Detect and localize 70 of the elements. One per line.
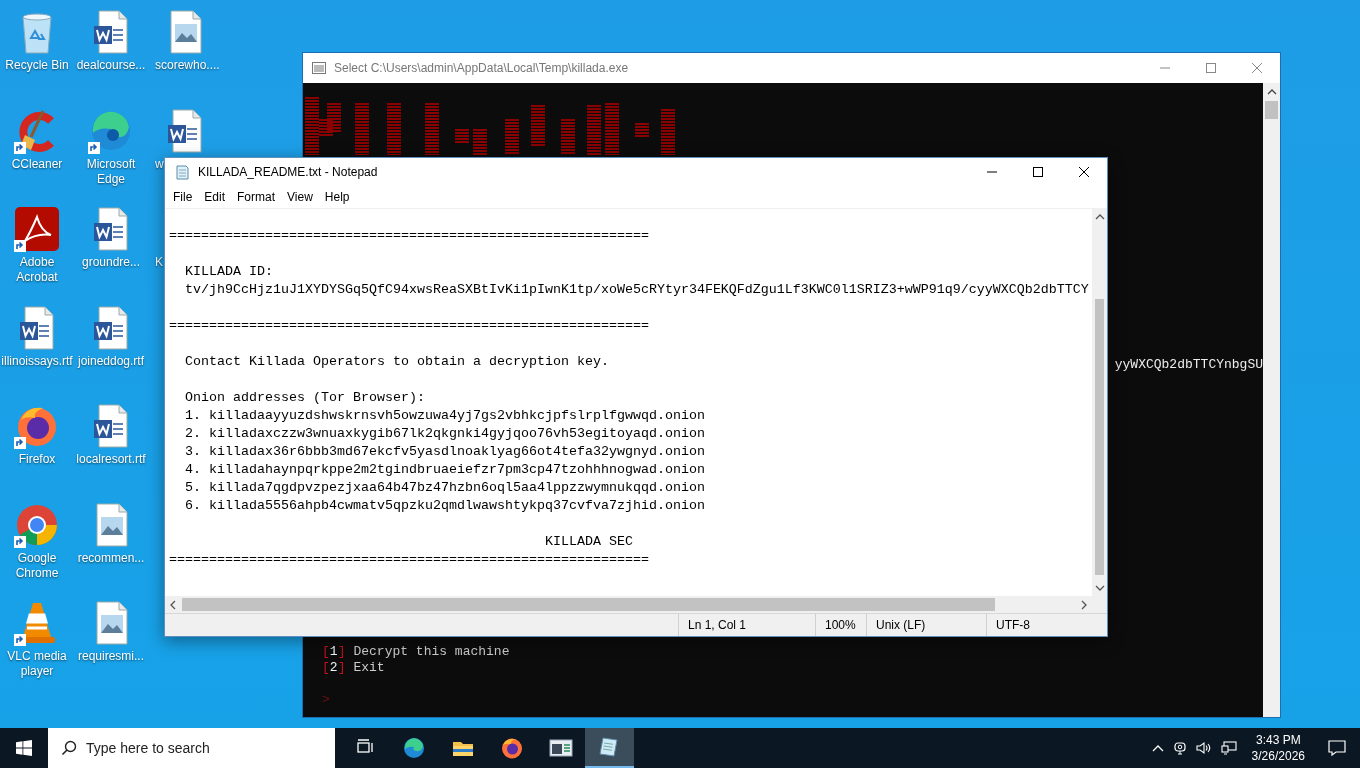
icon-label[interactable]: K [155,255,163,270]
scroll-up-icon[interactable] [1094,214,1105,220]
notepad-icon [174,164,190,180]
scroll-thumb[interactable] [1265,101,1278,119]
menu-item[interactable]: Help [318,190,356,204]
status-text: UTF-8 [986,614,1107,636]
prompt-marker: > [322,692,330,707]
menu-item[interactable]: File [167,190,199,204]
icon-label[interactable]: scorewho.... [155,58,220,73]
status-text: Ln 1, Col 1 [678,614,815,636]
option-number: 1 [329,644,338,659]
scroll-left-icon[interactable] [170,599,176,610]
icon-label[interactable]: Microsoft Edge [74,156,148,187]
icon-label[interactable]: requiresmi... [78,649,144,664]
menu-option: Exit [353,660,385,675]
scroll-down-icon[interactable] [1094,585,1105,591]
bracket-mark: [ [322,660,330,675]
pdf-reader-icon[interactable] [13,205,61,253]
bracket-mark: ] [337,644,346,659]
window-title: KILLADA_README.txt - Notepad [198,165,379,179]
console-text: yyWXCQb2dbTTCYnbgSU [1114,357,1263,372]
search-field[interactable]: Type here to search [48,728,335,768]
icon-label[interactable]: illinoissays.rtf [1,353,73,369]
scroll-right-icon[interactable] [1081,599,1087,610]
windows-icon [16,740,32,756]
scroll-thumb[interactable] [182,598,995,611]
taskbar-button[interactable] [585,728,634,768]
icon-label[interactable]: Recycle Bin [5,58,69,73]
vertical-scrollbar[interactable] [1092,209,1107,596]
scrollbar[interactable] [1263,83,1280,717]
speaker-icon[interactable] [1195,741,1212,755]
icon-label[interactable]: VLC media player [0,649,74,679]
menu-option: Decrypt this machine [353,644,510,659]
network-icon[interactable] [1220,741,1237,755]
notification-icon[interactable] [1328,740,1346,756]
icon-label[interactable]: recommen... [77,550,145,566]
close-icon[interactable] [1079,167,1089,177]
window-title: Select C:\Users\admin\AppData\Local\Temp\killada.exe [334,61,630,75]
icon-label[interactable]: CCleaner [11,156,63,172]
clock-date: 3/26/2026 [1251,748,1305,764]
menu-item[interactable]: View [281,190,319,204]
icon-label[interactable]: w [155,156,164,172]
icon-label[interactable]: Google Chrome [0,550,74,581]
scroll-thumb[interactable] [1095,299,1104,575]
bracket-mark: ] [337,660,346,675]
scroll-up-icon[interactable] [1266,89,1277,95]
icon-label[interactable]: dealcourse... [76,58,146,73]
menu-item[interactable]: Edit [198,190,232,204]
status-text: Unix (LF) [866,614,986,636]
horizontal-scrollbar[interactable] [165,596,1092,613]
clock[interactable]: 3:43 PM 3/26/2026 [1245,732,1311,764]
app-window-icon [548,736,573,760]
bracket-mark: [ [322,644,330,659]
icon-label[interactable]: Adobe Acrobat [0,255,74,285]
clock-time: 3:43 PM [1255,732,1301,748]
icon-label[interactable]: localresort.rtf [76,452,146,467]
maximize-icon[interactable] [1033,167,1043,177]
status-text: 100% [815,614,866,636]
menu-item[interactable]: Format [231,190,282,204]
icon-label[interactable]: joineddog.rtf [77,353,144,369]
chevron-up-icon[interactable] [1151,744,1164,752]
console-icon [312,62,326,74]
option-number: 2 [329,660,338,675]
firefox-browser-icon [499,736,524,760]
icon-label[interactable]: groundre... [81,255,140,270]
search-icon [61,740,77,756]
icon-label[interactable]: Firefox [18,452,56,467]
document-text: ============================================================ KILLADA ID: tv/jh9CcHjz1uJ1XYDYSGq5QfC94xwsReaSXBtIvKi1pIwnK1tp/xoWe5cRYtyr34FEKQFdZgu1Lf3KWC0l1SRIZ3+wWP91q9/cyyWXCQb2dbTTCY ============================================================ Contact Killada Operators to obtain a decryption key. Onion addresses (Tor Browser): 1. killadaayyuzdshwskrnsvh5owzuwa4yj7gs2vbhkcjpfslrplfgwwqd.onion 2. killadaxczzw3wnuaxkygib67lk2qkgnki4gyjqoo76vh53egitoyaqd.onion 3. killadax36r6bbb3md67ekcfv5yasdlnoaklyag66ot4tefa32ywgnyd.onion 4. killadahaynpqrkppe2m2tgindbruaeiefzr7pm3cp47tzohhhnogwad.onion 5. killada7qgdpvzpezjxaa64b47bz47hzbn6oql5aa4lppzzwymnukqqd.onion 6. killada5556ahpb4cwmatv5qpzku2qmdlwawshtykpq37cvfva7zjhid.onion KILLADA SEC ============================================================ [168,227,1089,569]
camera-icon[interactable] [1172,741,1187,755]
edge-browser-icon [401,736,426,760]
